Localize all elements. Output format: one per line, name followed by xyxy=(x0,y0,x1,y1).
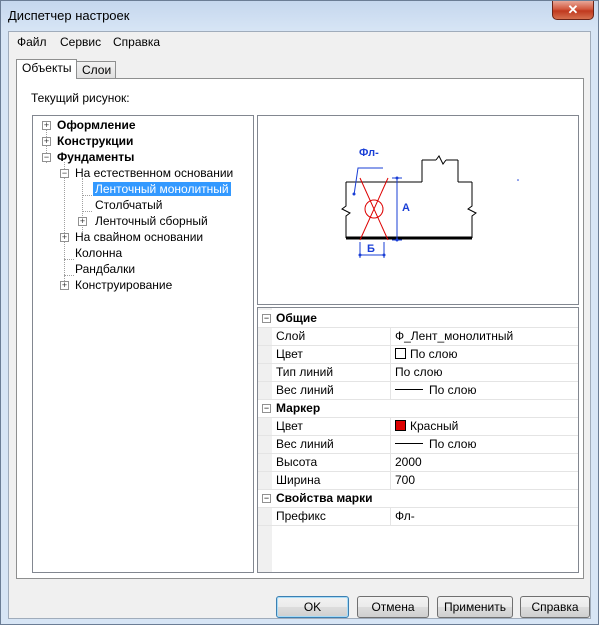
tree-item-label: Оформление xyxy=(57,118,136,132)
prop-value: Красный xyxy=(410,419,459,433)
close-button[interactable]: ✕ xyxy=(552,1,594,20)
preview-label-a: А xyxy=(402,202,410,214)
prop-row-layer[interactable]: Слой Ф_Лент_монолитный xyxy=(258,328,578,346)
prop-value: 700 xyxy=(395,473,416,487)
collapse-icon[interactable]: − xyxy=(262,404,271,413)
expand-icon[interactable]: + xyxy=(42,137,51,146)
category-title: Свойства марки xyxy=(276,491,373,505)
prop-row-linetype[interactable]: Тип линий По слою xyxy=(258,364,578,382)
prop-row-lineweight[interactable]: Вес линий По слою xyxy=(258,382,578,400)
category-title: Общие xyxy=(276,311,317,325)
prop-value: Фл- xyxy=(395,509,415,523)
tree-item-column[interactable]: Колонна xyxy=(75,246,122,262)
prop-name: Вес линий xyxy=(276,437,334,451)
cancel-button[interactable]: Отмена xyxy=(357,596,429,618)
tree-item-label: Рандбалки xyxy=(75,262,136,276)
category-marker[interactable]: − Маркер xyxy=(258,400,578,418)
preview-panel: Фл- А Б xyxy=(257,115,579,305)
apply-button[interactable]: Применить xyxy=(437,596,513,618)
prop-value: По слою xyxy=(395,365,443,379)
prop-name: Префикс xyxy=(276,509,326,523)
prop-value: По слою xyxy=(429,383,477,397)
title-bar: Диспетчер настроек ✕ xyxy=(1,1,598,31)
prop-row-width[interactable]: Ширина 700 xyxy=(258,472,578,490)
prop-name: Цвет xyxy=(276,347,303,361)
category-mark-properties[interactable]: − Свойства марки xyxy=(258,490,578,508)
preview-label-fl: Фл- xyxy=(359,147,379,159)
prop-row-prefix[interactable]: Префикс Фл- xyxy=(258,508,578,526)
tree-item-label: Колонна xyxy=(75,246,123,260)
prop-row-height[interactable]: Высота 2000 xyxy=(258,454,578,472)
lineweight-sample-icon xyxy=(395,389,423,390)
ok-button[interactable]: OK xyxy=(276,596,349,618)
settings-manager-window: Диспетчер настроек ✕ Файл Сервис Справка… xyxy=(0,0,599,625)
tree-item-label: Конструкции xyxy=(57,134,134,148)
expand-icon[interactable]: + xyxy=(60,281,69,290)
collapse-icon[interactable]: − xyxy=(262,494,271,503)
prop-name: Слой xyxy=(276,329,306,343)
tab-objects[interactable]: Объекты xyxy=(16,59,77,79)
client-area: Файл Сервис Справка Объекты Слои Текущий… xyxy=(8,31,591,619)
color-swatch-icon xyxy=(395,348,406,359)
category-general[interactable]: − Общие xyxy=(258,310,578,328)
prop-row-color[interactable]: Цвет По слою xyxy=(258,346,578,364)
prop-name: Вес линий xyxy=(276,383,334,397)
tab-layers[interactable]: Слои xyxy=(76,61,116,78)
help-button[interactable]: Справка xyxy=(520,596,590,618)
tree-item-randbalki[interactable]: Рандбалки xyxy=(75,262,135,278)
collapse-icon[interactable]: − xyxy=(262,314,271,323)
tree-item-label: Столбчатый xyxy=(95,198,163,212)
color-swatch-icon xyxy=(395,420,406,431)
prop-name: Высота xyxy=(276,455,318,469)
prop-row-marker-color[interactable]: Цвет Красный xyxy=(258,418,578,436)
prop-row-marker-lineweight[interactable]: Вес линий По слою xyxy=(258,436,578,454)
menu-file[interactable]: Файл xyxy=(17,35,47,49)
preview-label-b: Б xyxy=(367,243,375,255)
foundation-preview-drawing: Фл- А Б xyxy=(341,147,519,258)
collapse-icon[interactable]: − xyxy=(60,169,69,178)
objects-tab-page: Текущий рисунок: + Оформление + Конструк… xyxy=(16,78,584,579)
menu-help[interactable]: Справка xyxy=(113,35,160,49)
current-drawing-label: Текущий рисунок: xyxy=(31,91,130,105)
collapse-icon[interactable]: − xyxy=(42,153,51,162)
objects-tree[interactable]: + Оформление + Конструкции − Фундаменты … xyxy=(32,115,254,573)
prop-value: 2000 xyxy=(395,455,422,469)
expand-icon[interactable]: + xyxy=(78,217,87,226)
prop-name: Ширина xyxy=(276,473,321,487)
tree-item-columnar[interactable]: Столбчатый xyxy=(95,198,162,214)
prop-value: По слою xyxy=(429,437,477,451)
tree-item-label: Ленточный монолитный xyxy=(93,182,231,196)
prop-name: Тип линий xyxy=(276,365,334,379)
tree-item-strip-monolithic[interactable]: Ленточный монолитный xyxy=(93,182,231,198)
category-title: Маркер xyxy=(276,401,321,415)
window-title: Диспетчер настроек xyxy=(8,8,130,23)
menu-service[interactable]: Сервис xyxy=(60,35,101,49)
tree-item-label: Конструирование xyxy=(75,278,173,292)
tree-item-label: На свайном основании xyxy=(75,230,204,244)
tree-item-label: Ленточный сборный xyxy=(95,214,208,228)
tree-item-label: Фундаменты xyxy=(57,150,135,164)
prop-value: Ф_Лент_монолитный xyxy=(395,329,514,343)
tree-item-label: На естественном основании xyxy=(75,166,234,180)
prop-name: Цвет xyxy=(276,419,303,433)
expand-icon[interactable]: + xyxy=(60,233,69,242)
expand-icon[interactable]: + xyxy=(42,121,51,130)
menu-bar: Файл Сервис Справка xyxy=(9,32,590,52)
prop-value: По слою xyxy=(410,347,458,361)
lineweight-sample-icon xyxy=(395,443,423,444)
properties-grid: − Общие Слой Ф_Лент_монолитный Цвет По с… xyxy=(257,307,579,573)
